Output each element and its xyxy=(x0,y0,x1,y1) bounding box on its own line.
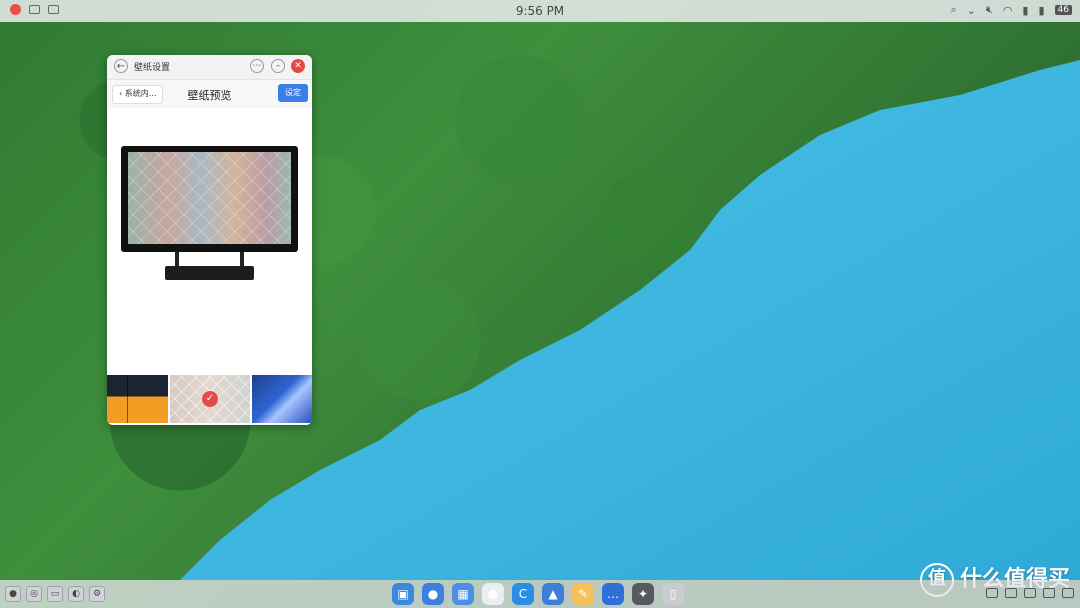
wifi-icon[interactable]: ◠ xyxy=(1003,4,1013,17)
search-icon[interactable]: ⌕ xyxy=(950,3,956,17)
power-icon[interactable]: ● xyxy=(5,586,21,602)
dock: ▣ ● ▦ ● C ▲ ✎ … ✦ ▯ xyxy=(392,583,684,605)
trash-icon[interactable]: ▯ xyxy=(662,583,684,605)
preview-screen xyxy=(128,152,291,244)
notes-icon[interactable]: ✎ xyxy=(572,583,594,605)
window-title: 壁纸设置 xyxy=(134,63,171,73)
keyboard-icon[interactable] xyxy=(1024,588,1036,598)
more-options-button[interactable]: ⋯ xyxy=(250,59,264,73)
thumbnail-pastel-tiles[interactable]: ✓ xyxy=(170,375,250,423)
folder-icon[interactable]: ● xyxy=(422,583,444,605)
finder-icon[interactable]: ▣ xyxy=(392,583,414,605)
wallpaper-thumbnails: ✓ xyxy=(107,375,312,423)
layout-icon[interactable] xyxy=(1043,588,1055,598)
launcher-icon[interactable]: ▦ xyxy=(452,583,474,605)
preview-navbar: ‹ 系统内... 壁纸预览 设定 xyxy=(107,80,312,109)
thumbnail-orange-dark[interactable] xyxy=(107,375,168,423)
battery-icon[interactable]: 46 xyxy=(1054,5,1072,15)
toggle-icon[interactable]: ◐ xyxy=(68,586,84,602)
taskbar: ● ◎ ▭ ◐ ⚙ ▣ ● ▦ ● C ▲ ✎ … ✦ ▯ xyxy=(0,580,1080,608)
chevron-down-icon[interactable]: ⌄ xyxy=(967,4,976,17)
thumbnail-blue-abstract[interactable] xyxy=(252,375,312,423)
wallpaper-settings-window: ← 壁纸设置 ⋯ – ✕ ‹ 系统内... 壁纸预览 设定 ✓ xyxy=(107,55,312,425)
window-titlebar: ← 壁纸设置 ⋯ – ✕ xyxy=(107,55,312,80)
mute-icon[interactable]: 🔇︎ xyxy=(986,3,993,17)
set-wallpaper-button[interactable]: 设定 xyxy=(278,84,308,102)
signal-icon[interactable]: ▮ xyxy=(1022,4,1028,17)
fullscreen-icon[interactable] xyxy=(1062,588,1074,598)
window-tile-icon[interactable] xyxy=(1005,588,1017,598)
signal-icon-2[interactable]: ▮ xyxy=(1038,4,1044,17)
monitor-stand-leg xyxy=(175,252,179,266)
selected-check-icon: ✓ xyxy=(202,391,218,407)
monitor-stand-base xyxy=(165,266,254,280)
back-arrow-icon[interactable]: ← xyxy=(114,59,128,73)
close-window-button[interactable]: ✕ xyxy=(291,59,305,73)
photos-icon[interactable]: ▲ xyxy=(542,583,564,605)
refresh-icon[interactable]: C xyxy=(512,583,534,605)
window-icon[interactable]: ▭ xyxy=(47,586,63,602)
monitor-preview-icon xyxy=(121,146,298,252)
task-view-icon[interactable]: ◎ xyxy=(26,586,42,602)
minimize-button[interactable]: – xyxy=(271,59,285,73)
settings-icon[interactable]: ⚙ xyxy=(89,586,105,602)
message-icon[interactable]: … xyxy=(602,583,624,605)
chat-icon[interactable]: ● xyxy=(482,583,504,605)
browser-icon[interactable]: ✦ xyxy=(632,583,654,605)
desktop-icon[interactable] xyxy=(986,588,998,598)
top-menu-bar: 9:56 PM ⌕ ⌄ 🔇︎ ◠ ▮ ▮ 46 xyxy=(0,0,1080,22)
monitor-stand-leg xyxy=(240,252,244,266)
clock[interactable]: 9:56 PM xyxy=(0,4,1080,18)
